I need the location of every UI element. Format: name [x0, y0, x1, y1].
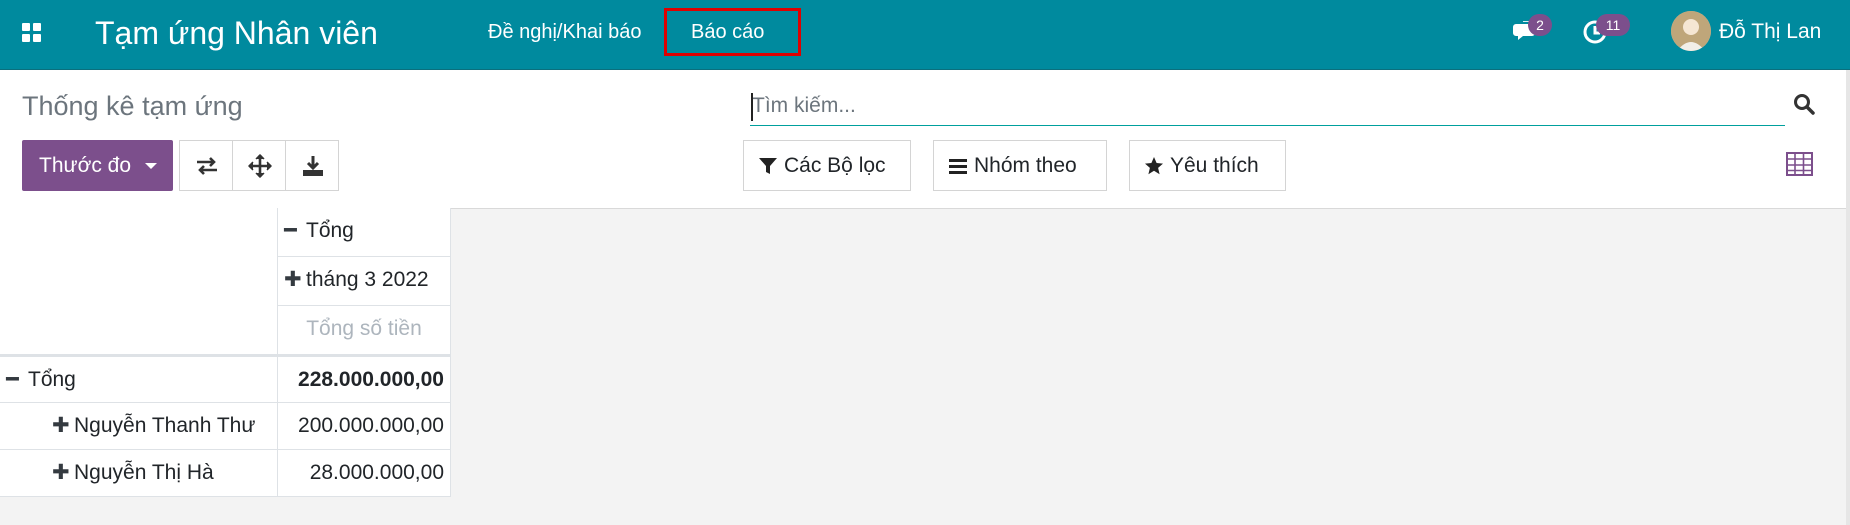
menu-item-requests[interactable]: Đề nghị/Khai báo	[488, 19, 641, 45]
col-header-period-label: tháng 3 2022	[306, 268, 429, 291]
favorites-label: Yêu thích	[1170, 154, 1259, 177]
flip-axis-button[interactable]	[179, 140, 233, 191]
expand-all-button[interactable]	[232, 140, 286, 191]
download-icon	[303, 156, 323, 176]
swap-axes-icon	[197, 157, 217, 175]
avatar[interactable]	[1671, 11, 1711, 51]
activities-badge: 11	[1596, 14, 1630, 36]
row-header-total[interactable]: ━ Tổng	[0, 355, 278, 403]
expand-all-icon	[248, 154, 272, 178]
star-icon	[1145, 157, 1163, 175]
search-bar	[750, 89, 1785, 126]
app-title[interactable]: Tạm ứng Nhân viên	[95, 13, 378, 53]
row-value[interactable]: 28.000.000,00	[278, 450, 451, 497]
caret-down-icon	[145, 163, 157, 169]
collapse-icon: ━	[6, 368, 19, 391]
col-header-total[interactable]: ━ Tổng	[278, 208, 451, 257]
row-header-label: Nguyễn Thanh Thư	[74, 414, 256, 437]
col-header-total-label: Tổng	[306, 219, 354, 242]
col-header-period[interactable]: ✚ tháng 3 2022	[278, 257, 451, 306]
filters-button[interactable]: Các Bộ lọc	[743, 140, 911, 191]
measures-label: Thước đo	[39, 154, 132, 177]
groupby-label: Nhóm theo	[974, 154, 1077, 177]
messages-badge: 2	[1528, 14, 1552, 36]
pivot-view-icon[interactable]	[1786, 152, 1813, 176]
expand-icon: ✚	[284, 268, 302, 291]
expand-icon: ✚	[52, 414, 70, 437]
filter-icon	[759, 158, 777, 174]
page-title: Thống kê tạm ứng	[22, 91, 243, 121]
row-total-value[interactable]: 228.000.000,00	[278, 355, 451, 403]
list-icon	[949, 159, 967, 174]
row-header-label: Nguyễn Thị Hà	[74, 461, 214, 484]
highlight-box	[664, 8, 801, 56]
scrollbar[interactable]	[1846, 70, 1850, 525]
pivot-corner	[0, 208, 278, 355]
row-value[interactable]: 200.000.000,00	[278, 403, 451, 450]
top-navbar: Tạm ứng Nhân viên Đề nghị/Khai báo Báo c…	[0, 0, 1850, 70]
row-header-total-label: Tổng	[28, 368, 76, 391]
collapse-icon: ━	[284, 219, 297, 242]
groupby-button[interactable]: Nhóm theo	[933, 140, 1107, 191]
apps-menu-icon[interactable]	[22, 23, 44, 45]
download-button[interactable]	[285, 140, 339, 191]
search-input[interactable]	[750, 89, 1732, 123]
search-icon[interactable]	[1792, 92, 1816, 116]
filters-label: Các Bộ lọc	[784, 154, 886, 177]
expand-icon: ✚	[52, 461, 70, 484]
favorites-button[interactable]: Yêu thích	[1129, 140, 1286, 191]
user-name[interactable]: Đỗ Thị Lan	[1719, 19, 1821, 45]
row-header[interactable]: ✚ Nguyễn Thị Hà	[0, 450, 278, 497]
row-header[interactable]: ✚ Nguyễn Thanh Thư	[0, 403, 278, 450]
measure-header[interactable]: Tổng số tiền	[278, 306, 451, 355]
text-cursor	[751, 93, 753, 121]
